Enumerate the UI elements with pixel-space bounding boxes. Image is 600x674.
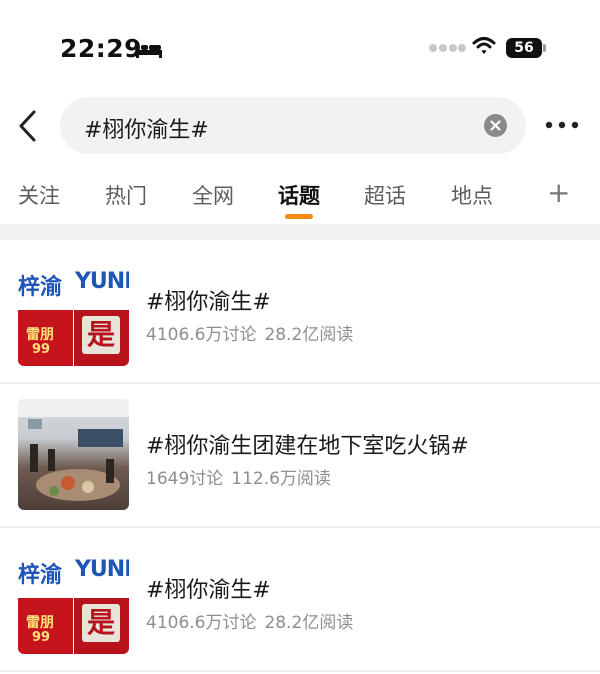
thumb-poster-text: 雷朋	[26, 615, 54, 631]
topic-title[interactable]: #栩你渝生#	[146, 572, 271, 604]
topic-row[interactable]: 梓渝 YUNI 雷朋 99 是 #栩你渝生# 4106.6万讨论 28.2亿阅读	[0, 240, 600, 382]
thumb-poster-character: 是	[82, 316, 120, 354]
thumb-brand-header: 梓渝 YUNI	[18, 255, 129, 310]
tab-follow[interactable]: 关注	[18, 180, 60, 210]
topic-thumbnail: 梓渝 YUNI 雷朋 99 是	[18, 543, 129, 654]
topic-stats: 4106.6万讨论 28.2亿阅读	[146, 608, 361, 633]
thumb-brand-header: 梓渝 YUNI	[18, 543, 129, 598]
clear-icon[interactable]	[484, 114, 507, 137]
battery-level: 56	[506, 38, 542, 58]
status-time: 22:29	[60, 34, 143, 63]
topic-discussions: 4106.6万讨论	[146, 613, 257, 633]
thumb-poster-right: 是	[74, 598, 129, 654]
signal-icon	[429, 44, 466, 52]
back-arrow-icon[interactable]	[14, 108, 42, 144]
topic-discussions: 1649讨论	[146, 469, 224, 489]
topic-stats: 1649讨论 112.6万阅读	[146, 464, 339, 489]
topic-thumbnail: 梓渝 YUNI 雷朋 99 是	[18, 255, 129, 366]
battery-tip	[543, 44, 546, 52]
wifi-icon	[472, 37, 496, 54]
thumb-poster-character: 是	[82, 604, 120, 642]
topic-title[interactable]: #栩你渝生团建在地下室吃火锅#	[146, 428, 469, 460]
topic-title[interactable]: #栩你渝生#	[146, 284, 271, 316]
section-divider	[0, 224, 600, 240]
tab-all-web[interactable]: 全网	[192, 180, 234, 210]
battery-indicator: 56	[506, 38, 546, 58]
tab-bar: 关注 热门 全网 话题 超话 地点 +	[0, 170, 600, 222]
topic-reads: 28.2亿阅读	[264, 613, 354, 633]
thumb-poster-right: 是	[74, 310, 129, 366]
row-divider	[0, 670, 600, 672]
thumb-photo-scene	[18, 399, 129, 501]
topic-reads: 112.6万阅读	[231, 469, 331, 489]
tab-hot[interactable]: 热门	[105, 180, 147, 210]
thumb-poster-number: 99	[32, 630, 51, 645]
bed-icon	[136, 42, 162, 58]
thumb-poster-left: 雷朋 99	[18, 310, 73, 366]
topic-reads: 28.2亿阅读	[264, 325, 354, 345]
tab-topics[interactable]: 话题	[278, 180, 320, 210]
active-tab-indicator	[285, 214, 313, 219]
thumb-brand-en: YUNI	[75, 269, 129, 294]
thumb-poster-text: 雷朋	[26, 327, 54, 343]
tab-places[interactable]: 地点	[451, 180, 493, 210]
more-options-icon[interactable]	[544, 120, 580, 130]
thumb-brand-cn: 梓渝	[18, 275, 63, 300]
topic-discussions: 4106.6万讨论	[146, 325, 257, 345]
search-query[interactable]: #栩你渝生#	[84, 112, 209, 144]
topic-row[interactable]: 梓渝 YUNI 雷朋 99 是 #栩你渝生# 4106.6万讨论 28.2亿阅读	[0, 528, 600, 670]
search-input[interactable]: #栩你渝生#	[60, 97, 526, 154]
add-tab-button[interactable]: +	[547, 176, 570, 209]
topic-thumbnail	[18, 399, 129, 510]
status-bar: 22:29 56	[0, 0, 600, 96]
thumb-poster-number: 99	[32, 342, 51, 357]
thumb-poster-left: 雷朋 99	[18, 598, 73, 654]
topic-stats: 4106.6万讨论 28.2亿阅读	[146, 320, 361, 345]
tab-super-topics[interactable]: 超话	[364, 180, 406, 210]
thumb-brand-cn: 梓渝	[18, 563, 63, 588]
thumb-brand-en: YUNI	[75, 557, 129, 582]
topic-row[interactable]: #栩你渝生团建在地下室吃火锅# 1649讨论 112.6万阅读	[0, 384, 600, 526]
